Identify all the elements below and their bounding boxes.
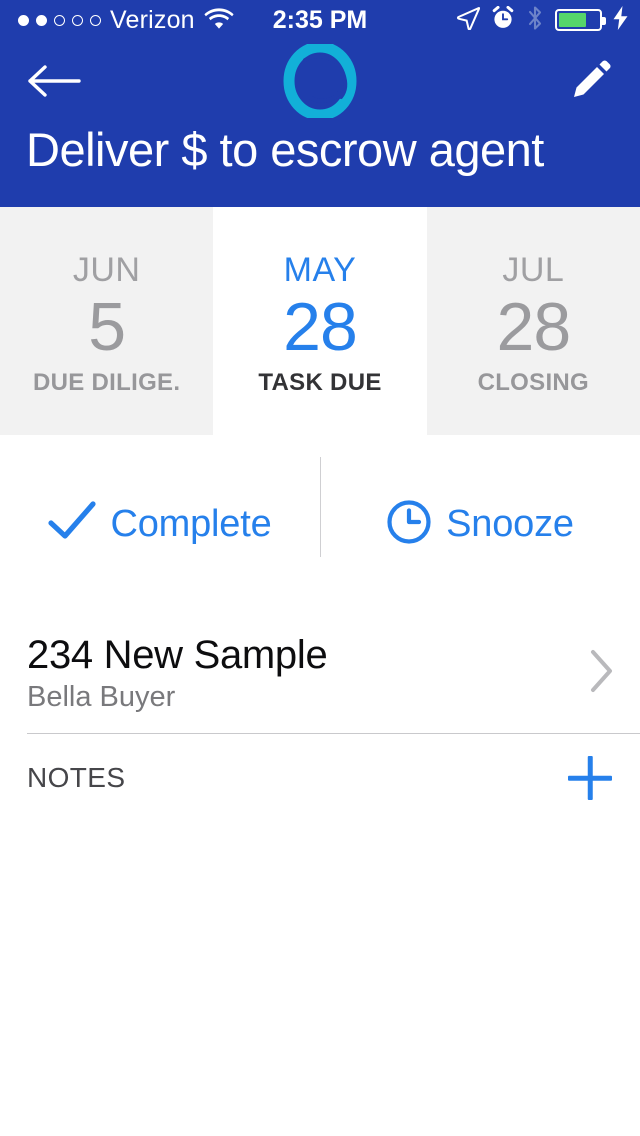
date-tab-month: MAY: [283, 250, 357, 289]
property-row[interactable]: 234 New Sample Bella Buyer: [0, 613, 640, 733]
complete-label: Complete: [110, 503, 272, 545]
app-logo-ring-icon[interactable]: [283, 41, 357, 123]
date-tab-day: 5: [88, 288, 126, 365]
signal-strength-dots: [18, 14, 101, 26]
property-subtitle: Bella Buyer: [27, 680, 176, 713]
page-title: Deliver $ to escrow agent: [26, 123, 544, 176]
date-tab-day: 28: [496, 288, 572, 365]
notes-label: NOTES: [27, 762, 126, 793]
signal-dot-4: [72, 14, 83, 26]
status-bar-right: [456, 5, 628, 36]
pencil-icon: [566, 57, 614, 110]
alarm-clock-icon: [491, 5, 515, 35]
app-logo-container: [0, 41, 640, 123]
notes-header: NOTES: [0, 734, 640, 822]
wifi-icon: [204, 6, 234, 34]
status-bar: Verizon 2:35 PM: [0, 0, 640, 40]
lightning-bolt-icon: [613, 5, 628, 35]
status-bar-left: Verizon: [0, 6, 234, 34]
date-tab-task-due[interactable]: MAY 28 TASK DUE: [213, 207, 427, 435]
date-tabs: JUN 5 DUE DILIGE. MAY 28 TASK DUE JUL 28…: [0, 207, 640, 435]
date-tab-label: CLOSING: [477, 369, 590, 397]
date-tab-due-diligence[interactable]: JUN 5 DUE DILIGE.: [0, 207, 214, 435]
clock-icon: [386, 499, 432, 550]
edit-button[interactable]: [550, 51, 614, 115]
action-divider: [320, 457, 321, 557]
signal-dot-3: [54, 14, 65, 26]
date-tab-month: JUN: [72, 250, 141, 289]
bluetooth-icon: [526, 5, 544, 36]
date-tab-day: 28: [283, 288, 358, 365]
chevron-right-icon: [588, 648, 616, 699]
plus-icon[interactable]: [564, 752, 616, 804]
complete-button[interactable]: Complete: [0, 500, 320, 549]
app-screen: Verizon 2:35 PM Deliver $ to escrow agen…: [0, 0, 640, 1136]
signal-dot-2: [36, 14, 47, 26]
checkmark-icon: [48, 500, 97, 549]
snooze-label: Snooze: [446, 503, 574, 545]
location-arrow-icon: [456, 6, 481, 35]
back-arrow-icon: [26, 61, 82, 106]
date-tab-label: TASK DUE: [258, 369, 382, 397]
signal-dot-5: [90, 14, 101, 26]
property-title: 234 New Sample: [27, 632, 328, 677]
header-title-bar: Deliver $ to escrow agent: [0, 126, 640, 207]
battery-icon: [555, 9, 606, 31]
carrier-label: Verizon: [110, 5, 195, 34]
date-tab-closing[interactable]: JUL 28 CLOSING: [426, 207, 640, 435]
date-tab-month: JUL: [502, 250, 565, 289]
back-button[interactable]: [26, 51, 90, 115]
signal-dot-1: [18, 14, 29, 26]
action-bar: Complete Snooze: [0, 435, 640, 613]
date-tab-label: DUE DILIGE.: [33, 369, 181, 397]
navigation-bar: [0, 40, 640, 126]
snooze-button[interactable]: Snooze: [320, 499, 640, 550]
property-text: 234 New Sample Bella Buyer: [27, 632, 328, 713]
